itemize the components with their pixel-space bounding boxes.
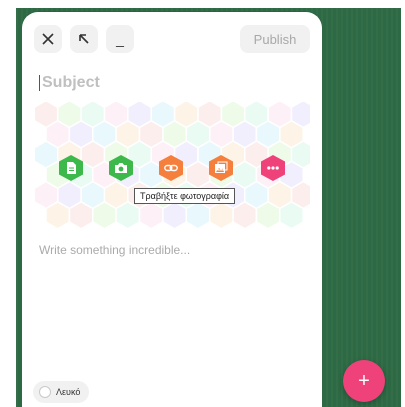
pattern-hexagon <box>68 200 94 230</box>
more-icon <box>267 166 279 170</box>
tool-more-button[interactable] <box>260 155 286 181</box>
close-icon <box>42 33 54 45</box>
pattern-hexagon <box>92 200 117 230</box>
pattern-hexagon <box>45 200 71 230</box>
pattern-hexagon <box>232 200 258 230</box>
camera-tooltip: Τραβήξτε φωτογραφία <box>134 188 236 204</box>
expand-button[interactable] <box>70 25 98 53</box>
theme-label: Λευκό <box>56 387 81 397</box>
subject-input[interactable]: Subject <box>39 72 299 94</box>
pattern-hexagon <box>115 200 141 230</box>
link-icon <box>164 164 178 172</box>
pattern-hexagon <box>185 200 211 230</box>
theme-color-swatch <box>39 386 51 398</box>
plus-icon: + <box>358 369 370 392</box>
pattern-hexagon <box>255 200 281 230</box>
pattern-hexagon <box>208 200 234 230</box>
pattern-hexagon <box>279 200 304 230</box>
minimize-icon: _ <box>116 31 124 47</box>
text-caret <box>39 75 40 91</box>
tool-image-button[interactable] <box>208 155 234 181</box>
subject-placeholder: Subject <box>42 74 100 91</box>
add-button[interactable]: + <box>343 360 385 402</box>
theme-selector[interactable]: Λευκό <box>33 381 90 403</box>
compose-panel: _ Publish Subject Τραβήξτε φωτογραφία Wr… <box>22 12 322 407</box>
tool-link-button[interactable] <box>158 155 184 181</box>
publish-button[interactable]: Publish <box>240 25 310 53</box>
tool-camera-button[interactable] <box>108 155 134 181</box>
camera-icon <box>115 163 127 173</box>
pattern-hexagon <box>162 200 188 230</box>
minimize-button[interactable]: _ <box>106 25 134 53</box>
image-icon <box>215 161 228 173</box>
document-icon <box>67 162 76 174</box>
tool-document-button[interactable] <box>58 155 84 181</box>
content-input[interactable]: Write something incredible... <box>39 243 190 257</box>
arrow-up-left-icon <box>79 34 89 44</box>
pattern-hexagon <box>138 200 164 230</box>
close-button[interactable] <box>34 25 62 53</box>
